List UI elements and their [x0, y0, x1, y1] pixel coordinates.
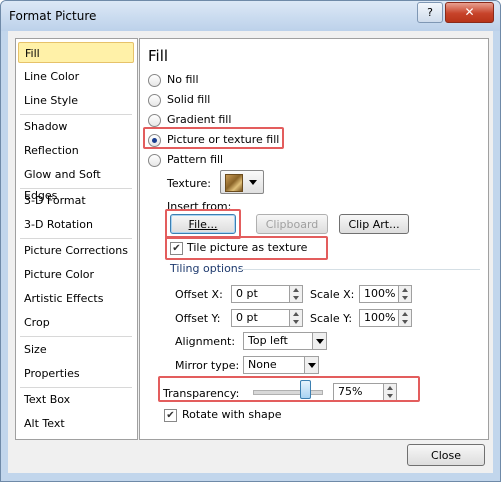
- solid-fill-radio[interactable]: [148, 94, 161, 107]
- gradient-fill-label: Gradient fill: [167, 113, 232, 126]
- close-icon[interactable]: ✕: [445, 2, 494, 23]
- gradient-fill-radio[interactable]: [148, 114, 161, 127]
- offset-x-input[interactable]: 0 pt: [231, 285, 290, 303]
- scale-x-input[interactable]: 100%: [359, 285, 399, 303]
- sidebar-item-shadow[interactable]: Shadow: [18, 116, 134, 137]
- sidebar-item-size[interactable]: Size: [18, 339, 134, 360]
- offset-y-stepper[interactable]: [290, 309, 303, 327]
- offset-y-input[interactable]: 0 pt: [231, 309, 290, 327]
- chevron-down-icon: [249, 180, 257, 185]
- title-bar[interactable]: Format Picture ? ✕: [1, 1, 500, 31]
- scale-x-label: Scale X:: [310, 288, 355, 301]
- help-button[interactable]: ?: [417, 2, 443, 23]
- transparency-highlight: [158, 376, 420, 402]
- solid-fill-label: Solid fill: [167, 93, 211, 106]
- alignment-select[interactable]: Top left: [243, 332, 313, 350]
- alignment-label: Alignment:: [175, 335, 236, 348]
- format-picture-dialog: Format Picture ? ✕ Fill Line Color Line …: [0, 0, 501, 482]
- pattern-fill-label: Pattern fill: [167, 153, 224, 166]
- scale-y-stepper[interactable]: [399, 309, 412, 327]
- sidebar-item-picture-color[interactable]: Picture Color: [18, 264, 134, 285]
- sidebar-item-line-style[interactable]: Line Style: [18, 90, 134, 111]
- dialog-body: Fill Line Color Line Style Shadow Reflec…: [8, 31, 493, 473]
- tile-highlight: [165, 236, 328, 260]
- fill-panel: Fill No fill Solid fill Gradient fill Pi…: [139, 38, 489, 440]
- scale-y-label: Scale Y:: [310, 312, 353, 325]
- sidebar-item-reflection[interactable]: Reflection: [18, 140, 134, 161]
- rotate-label: Rotate with shape: [182, 408, 282, 421]
- no-fill-label: No fill: [167, 73, 199, 86]
- sidebar-item-picture-corrections[interactable]: Picture Corrections: [18, 240, 134, 261]
- tiling-options-label: Tiling options: [170, 262, 244, 275]
- sidebar-divider: [20, 114, 132, 115]
- mirror-type-select[interactable]: None: [243, 356, 305, 374]
- sidebar-item-3d-rotation[interactable]: 3-D Rotation: [18, 214, 134, 235]
- rotate-checkbox[interactable]: ✔: [164, 409, 177, 422]
- scale-x-stepper[interactable]: [399, 285, 412, 303]
- no-fill-radio[interactable]: [148, 74, 161, 87]
- sidebar-item-text-box[interactable]: Text Box: [18, 389, 134, 410]
- sidebar-item-3d-format[interactable]: 3-D Format: [18, 190, 134, 211]
- panel-heading: Fill: [148, 47, 169, 65]
- texture-swatch-icon: [225, 174, 243, 192]
- texture-dropdown[interactable]: [220, 170, 264, 194]
- scale-y-input[interactable]: 100%: [359, 309, 399, 327]
- sidebar-item-crop[interactable]: Crop: [18, 312, 134, 333]
- sidebar-divider: [20, 387, 132, 388]
- mirror-type-chevron-icon[interactable]: [305, 356, 319, 374]
- offset-x-stepper[interactable]: [290, 285, 303, 303]
- mirror-type-label: Mirror type:: [175, 359, 240, 372]
- window-title: Format Picture: [9, 9, 97, 23]
- sidebar-divider: [20, 336, 132, 337]
- alignment-chevron-icon[interactable]: [313, 332, 327, 350]
- sidebar-item-alt-text[interactable]: Alt Text: [18, 413, 134, 434]
- tiling-group-divider: [240, 269, 480, 270]
- sidebar-item-fill[interactable]: Fill: [18, 42, 134, 63]
- close-button[interactable]: Close: [407, 444, 485, 466]
- sidebar-item-artistic-effects[interactable]: Artistic Effects: [18, 288, 134, 309]
- offset-x-label: Offset X:: [175, 288, 223, 301]
- sidebar-item-properties[interactable]: Properties: [18, 363, 134, 384]
- file-button-highlight: [165, 209, 241, 239]
- category-list: Fill Line Color Line Style Shadow Reflec…: [15, 38, 138, 440]
- pattern-fill-radio[interactable]: [148, 154, 161, 167]
- clip-art-button[interactable]: Clip Art...: [339, 214, 409, 234]
- clipboard-button[interactable]: Clipboard: [256, 214, 328, 234]
- offset-y-label: Offset Y:: [175, 312, 221, 325]
- sidebar-divider: [20, 238, 132, 239]
- texture-label: Texture:: [167, 177, 211, 190]
- sidebar-divider: [20, 188, 132, 189]
- sidebar-item-line-color[interactable]: Line Color: [18, 66, 134, 87]
- sidebar-item-glow[interactable]: Glow and Soft Edges: [18, 164, 134, 202]
- picture-fill-highlight: [143, 127, 284, 149]
